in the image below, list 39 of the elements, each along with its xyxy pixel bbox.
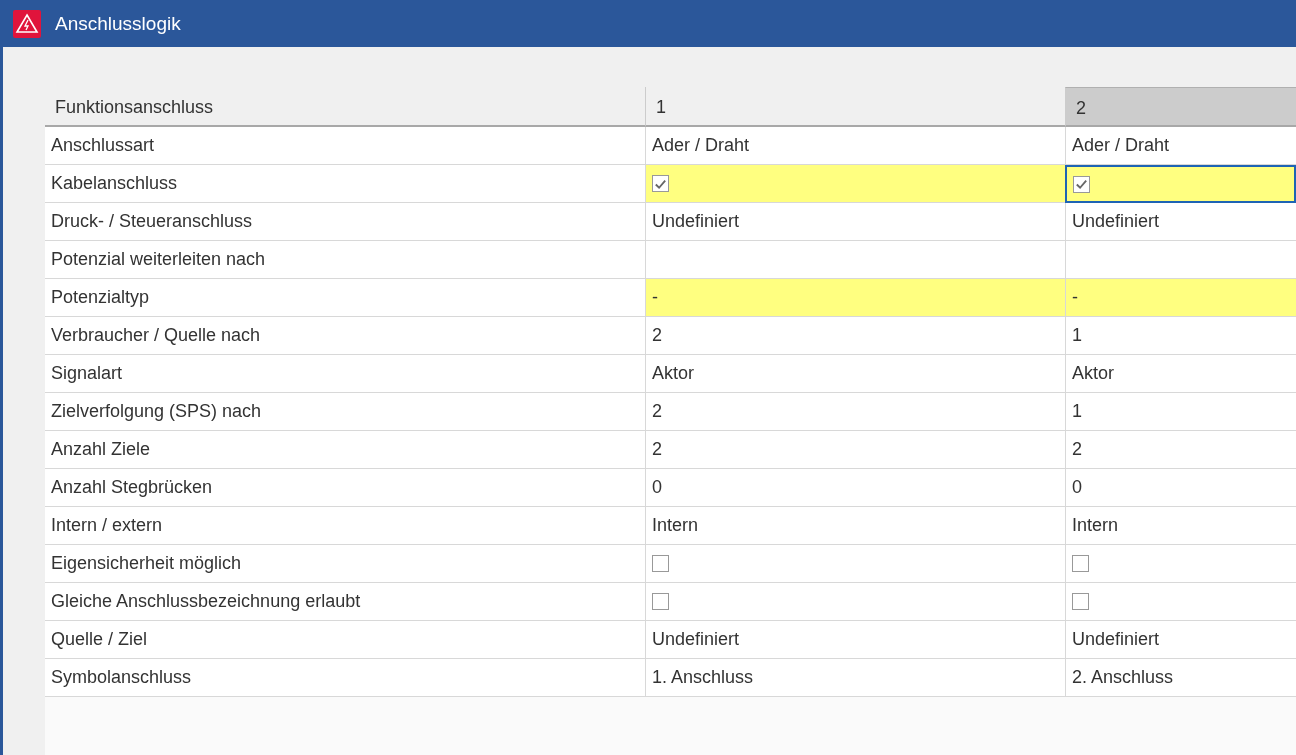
column-header[interactable]: 1 bbox=[645, 87, 1065, 127]
checkbox[interactable] bbox=[1072, 555, 1089, 572]
highlighted-cell[interactable] bbox=[1065, 165, 1296, 203]
value-cell[interactable]: Ader / Draht bbox=[1065, 127, 1296, 165]
checkbox[interactable] bbox=[1072, 593, 1089, 610]
highlighted-cell[interactable]: - bbox=[645, 279, 1065, 317]
checkbox[interactable] bbox=[652, 593, 669, 610]
value-cell[interactable]: 2 bbox=[645, 393, 1065, 431]
value-cell[interactable] bbox=[1065, 583, 1296, 621]
highlighted-cell[interactable]: - bbox=[1065, 279, 1296, 317]
value-cell[interactable] bbox=[645, 241, 1065, 279]
value-cell[interactable]: 2 bbox=[645, 431, 1065, 469]
checkbox[interactable] bbox=[1073, 175, 1090, 193]
value-cell[interactable]: Undefiniert bbox=[645, 203, 1065, 241]
value-cell[interactable]: Aktor bbox=[645, 355, 1065, 393]
checkbox[interactable] bbox=[652, 175, 669, 192]
value-cell[interactable]: Undefiniert bbox=[645, 621, 1065, 659]
value-cell[interactable] bbox=[1065, 545, 1296, 583]
value-cell[interactable]: 1 bbox=[1065, 393, 1296, 431]
value-cell[interactable]: 0 bbox=[645, 469, 1065, 507]
value-cell[interactable]: Undefiniert bbox=[1065, 621, 1296, 659]
checkbox[interactable] bbox=[652, 555, 669, 572]
value-cell[interactable] bbox=[645, 583, 1065, 621]
window-title: Anschlusslogik bbox=[55, 12, 181, 35]
value-cell[interactable]: 2 bbox=[1065, 431, 1296, 469]
value-cell[interactable]: Aktor bbox=[1065, 355, 1296, 393]
column-header: Funktionsanschluss bbox=[45, 87, 645, 127]
value-cell[interactable]: 2. Anschluss bbox=[1065, 659, 1296, 697]
value-cell[interactable]: 1 bbox=[1065, 317, 1296, 355]
value-cell[interactable]: Intern bbox=[645, 507, 1065, 545]
value-cell[interactable] bbox=[645, 545, 1065, 583]
value-cell[interactable]: 1. Anschluss bbox=[645, 659, 1065, 697]
value-cell[interactable]: Undefiniert bbox=[1065, 203, 1296, 241]
column-header[interactable]: 2 bbox=[1065, 87, 1296, 127]
value-cell[interactable]: 0 bbox=[1065, 469, 1296, 507]
value-cell[interactable]: Ader / Draht bbox=[645, 127, 1065, 165]
value-cell[interactable] bbox=[1065, 241, 1296, 279]
value-cell[interactable]: 2 bbox=[645, 317, 1065, 355]
value-cell[interactable]: Intern bbox=[1065, 507, 1296, 545]
